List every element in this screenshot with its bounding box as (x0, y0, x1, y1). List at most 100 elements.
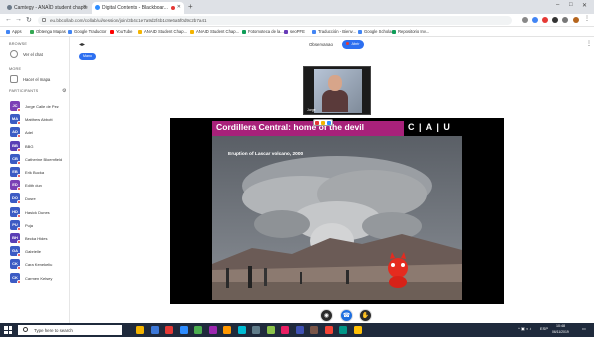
bookmark-item[interactable]: Traducción - Bienv... (312, 29, 356, 34)
taskbar-app-icon[interactable] (194, 326, 202, 334)
bookmark-item[interactable]: Apps (6, 29, 22, 34)
participant-row[interactable]: JC Jorge Calle de Pez (10, 100, 68, 112)
muted-mic-icon (17, 147, 21, 152)
participant-row[interactable]: AD Adel (10, 126, 68, 139)
muted-mic-icon (17, 187, 21, 192)
extension-icon[interactable] (532, 17, 538, 23)
bookmark-favicon-icon (190, 30, 194, 34)
share-toolbar[interactable] (313, 119, 333, 126)
search-icon (23, 327, 28, 332)
gear-icon[interactable]: ⚙ (62, 88, 66, 94)
bookmark-favicon-icon (242, 30, 246, 34)
close-window-button[interactable]: ✕ (582, 2, 587, 9)
participant-row[interactable]: MA Matthew Abbott (10, 113, 68, 126)
taskbar-search-input[interactable]: Type here to search (18, 325, 122, 335)
back-arrow-icon[interactable]: ← (5, 16, 12, 23)
bookmark-item[interactable]: ANAID Student Chap... (190, 29, 239, 34)
collapse-panel-icon[interactable]: ◂▸ (79, 41, 85, 48)
taskbar-app-icon[interactable] (165, 326, 173, 334)
raise-hand-control[interactable]: ✋ (359, 309, 372, 322)
more-options-icon[interactable]: ⋮ (586, 40, 592, 47)
raise-hand-button[interactable]: Mano (79, 53, 96, 60)
bookmark-favicon-icon (68, 30, 72, 34)
clock-time[interactable]: 10:48 (556, 324, 565, 328)
extension-icon[interactable] (562, 17, 568, 23)
taskbar-app-icon[interactable] (179, 326, 188, 334)
participant-row[interactable]: ED Edith dun (10, 179, 68, 192)
taskbar-app-icon[interactable] (237, 326, 246, 334)
sidebar-item-chat[interactable]: Ver el chat (8, 49, 66, 60)
taskbar-app-icon[interactable] (310, 326, 318, 334)
share-settings-icon[interactable] (327, 121, 331, 125)
participant-name: Becka Hides (25, 236, 48, 241)
bookmarks-bar: Apps Obtenga Mapas Google Traductor YouT… (0, 27, 594, 37)
star-icon[interactable] (522, 17, 528, 23)
bookmark-item[interactable]: ANAID Student Chap... (138, 29, 187, 34)
taskbar-app-icon[interactable] (295, 326, 304, 334)
participant-row[interactable]: HD Hasick Dunes (10, 206, 68, 218)
reload-icon[interactable]: ↻ (26, 16, 32, 24)
muted-mic-icon (17, 134, 21, 139)
bookmark-item[interactable]: Obtenga Mapas (30, 29, 66, 34)
tray-icons[interactable]: ^ ▣ ◖ ♪ (518, 326, 531, 331)
recording-button[interactable]: Abrir (342, 40, 364, 49)
taskbar-app-icon[interactable] (136, 326, 144, 334)
browser-tab-blackboard[interactable]: Digital Contents - Blackboar... ✕ (92, 2, 184, 14)
participant-row[interactable]: DO Dosre (10, 192, 68, 205)
taskbar-app-icon[interactable] (208, 326, 217, 334)
forward-arrow-icon[interactable]: → (15, 16, 22, 23)
bookmark-item[interactable]: Google Traductor (68, 29, 106, 34)
bookmark-item[interactable]: YouTube (110, 29, 132, 34)
bookmark-item[interactable]: Google Scholar (358, 29, 393, 34)
participant-row[interactable]: EB Erik Bucka (10, 166, 68, 178)
new-tab-button[interactable]: + (188, 2, 193, 11)
microphone-button[interactable]: ◉ (320, 309, 333, 322)
taskbar-app-icon[interactable] (324, 326, 333, 334)
participant-row[interactable]: CK Carmen Kelsey (10, 272, 68, 284)
sidebar-item-map[interactable]: Hacer el mapa (8, 74, 66, 85)
taskbar-app-icon[interactable] (353, 326, 362, 334)
extension-icon[interactable] (542, 17, 548, 23)
camera-button[interactable]: ☎ (340, 309, 353, 322)
url-input[interactable]: eu.bbcollab.com/collab/ui/session/join/3… (38, 16, 512, 25)
browser-tab-camtegy[interactable]: Camtegy - ANAÏD student chapte ✕ (4, 2, 90, 14)
taskbar-app-icon[interactable] (266, 326, 275, 334)
windows-start-button[interactable] (4, 326, 12, 334)
participant-name: Jorge Calle de Pez (25, 104, 59, 109)
muted-mic-icon (17, 253, 21, 258)
bookmark-favicon-icon (30, 30, 34, 34)
close-tab-icon[interactable]: ✕ (177, 4, 181, 10)
tab-label: Camtegy - ANAÏD student chapte (14, 5, 88, 11)
pause-share-icon[interactable] (321, 121, 325, 125)
address-bar-row: ← → ↻ eu.bbcollab.com/collab/ui/session/… (0, 14, 594, 27)
minimize-button[interactable]: – (556, 2, 559, 8)
taskbar-app-icon[interactable] (339, 326, 347, 334)
webcam-person (322, 90, 348, 112)
participant-row[interactable]: CK Cara Kenekeliu (10, 258, 68, 271)
menu-kebab-icon[interactable]: ⋮ (584, 15, 590, 22)
maximize-button[interactable]: □ (569, 2, 573, 8)
participant-row[interactable]: BH Becka Hides (10, 232, 68, 244)
profile-avatar-icon[interactable] (573, 17, 579, 23)
participant-row[interactable]: GA Gabrielle (10, 245, 68, 258)
muted-mic-icon (17, 160, 21, 165)
taskbar-app-icon[interactable] (281, 326, 289, 334)
stop-share-icon[interactable] (315, 121, 319, 125)
taskbar-app-icon[interactable] (150, 326, 159, 334)
participant-row[interactable]: CB Catherine Bloemfield (10, 153, 68, 165)
clock-date[interactable]: 06/11/2019 (552, 330, 569, 334)
notification-icon[interactable]: ▭ (582, 326, 586, 331)
volcano-photo (212, 136, 462, 300)
participant-row[interactable]: BB BBG (10, 140, 68, 152)
bookmark-item[interactable]: Fotomoteca de la... (242, 29, 284, 34)
language-indicator[interactable]: ESP (540, 326, 548, 331)
extension-icon[interactable] (552, 17, 558, 23)
participant-row[interactable]: PU Puja (10, 219, 68, 231)
document-icon (10, 75, 18, 83)
microphone-icon: ◉ (323, 313, 330, 319)
bookmark-item[interactable]: Repositorio Inv... (392, 29, 429, 34)
bookmark-item[interactable]: seoPFE (284, 29, 305, 34)
taskbar-app-icon[interactable] (252, 326, 260, 334)
taskbar-app-icon[interactable] (223, 326, 231, 334)
close-tab-icon[interactable]: ✕ (83, 4, 87, 10)
